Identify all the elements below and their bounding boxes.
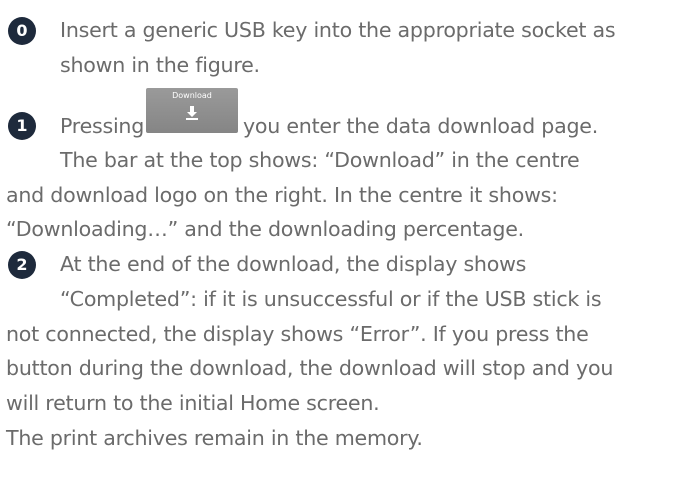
- step-2-text-line-1: At the end of the download, the display …: [60, 252, 527, 276]
- step-2-text-line-5: will return to the initial Home screen.: [6, 391, 380, 415]
- step-1-suffix-text: you enter the data download page.: [243, 114, 598, 138]
- download-button-label: Download: [172, 91, 212, 100]
- step-1-text-line-4: “Downloading…” and the downloading perce…: [6, 217, 524, 241]
- step-1-text-line-2: The bar at the top shows: “Download” in …: [60, 148, 580, 172]
- step-2-text-line-4: button during the download, the download…: [6, 356, 614, 380]
- step-number-badge: 1: [8, 112, 36, 140]
- download-button[interactable]: Download: [146, 88, 238, 133]
- step-0-text-line-2: shown in the figure.: [60, 53, 260, 77]
- step-1-prefix-text: Pressing: [60, 114, 145, 138]
- step-2-text-line-2: “Completed”: if it is unsuccessful or if…: [60, 287, 602, 311]
- step-0-text-line-1: Insert a generic USB key into the approp…: [60, 18, 616, 42]
- step-1-text-line-3: and download logo on the right. In the c…: [6, 183, 558, 207]
- download-arrow-icon: [186, 106, 198, 120]
- step-2-text-line-6: The print archives remain in the memory.: [6, 426, 423, 450]
- step-number-badge: 2: [8, 251, 36, 279]
- step-number-badge: 0: [8, 17, 36, 45]
- step-2-text-line-3: not connected, the display shows “Error”…: [6, 322, 589, 346]
